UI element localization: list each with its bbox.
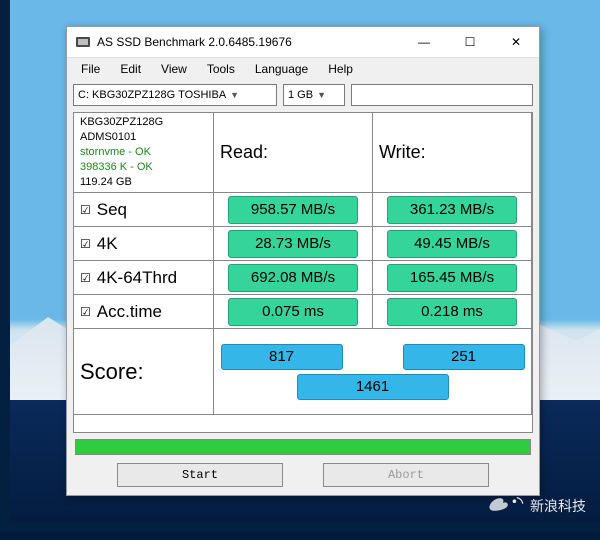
progress-fill <box>76 440 530 454</box>
k4-read-value: 28.73 MB/s <box>228 230 358 258</box>
score-values: 817 251 1461 <box>213 328 532 415</box>
abort-button[interactable]: Abort <box>323 463 489 487</box>
k4-write-value: 49.45 MB/s <box>387 230 517 258</box>
minimize-button[interactable]: — <box>401 27 447 57</box>
filter-input[interactable] <box>351 84 533 106</box>
menubar: File Edit View Tools Language Help <box>67 58 539 80</box>
menu-view[interactable]: View <box>153 60 195 78</box>
score-read: 817 <box>221 344 343 370</box>
checkbox-acc[interactable]: ☑ <box>80 305 91 319</box>
menu-language[interactable]: Language <box>247 60 316 78</box>
checkbox-4k[interactable]: ☑ <box>80 237 91 251</box>
score-write: 251 <box>403 344 525 370</box>
seq-write-value: 361.23 MB/s <box>387 196 517 224</box>
results-grid: KBG30ZPZ128G ADMS0101 stornvme - OK 3983… <box>73 112 533 433</box>
minimize-icon: — <box>418 35 430 49</box>
button-row: Start Abort <box>67 457 539 495</box>
drive-alignment-status: 398336 K - OK <box>80 160 153 175</box>
drive-info: KBG30ZPZ128G ADMS0101 stornvme - OK 3983… <box>73 112 214 193</box>
drive-model: KBG30ZPZ128G <box>80 115 163 130</box>
acc-write-value: 0.218 ms <box>387 298 517 326</box>
menu-edit[interactable]: Edit <box>112 60 149 78</box>
k4-text: 4K <box>97 234 118 254</box>
k4-write: 49.45 MB/s <box>372 226 532 261</box>
drive-firmware: ADMS0101 <box>80 130 136 145</box>
header-read: Read: <box>213 112 373 193</box>
maximize-icon: ☐ <box>465 35 476 49</box>
window-title: AS SSD Benchmark 2.0.6485.19676 <box>97 35 401 49</box>
drive-driver-status: stornvme - OK <box>80 145 151 160</box>
menu-file[interactable]: File <box>73 60 108 78</box>
seq-read-value: 958.57 MB/s <box>228 196 358 224</box>
app-window: AS SSD Benchmark 2.0.6485.19676 — ☐ ✕ Fi… <box>66 26 540 496</box>
k4t-text: 4K-64Thrd <box>97 268 177 288</box>
maximize-button[interactable]: ☐ <box>447 27 493 57</box>
checkbox-seq[interactable]: ☑ <box>80 203 91 217</box>
k4-read: 28.73 MB/s <box>213 226 373 261</box>
start-button[interactable]: Start <box>117 463 283 487</box>
close-icon: ✕ <box>511 35 521 49</box>
menu-tools[interactable]: Tools <box>199 60 243 78</box>
titlebar[interactable]: AS SSD Benchmark 2.0.6485.19676 — ☐ ✕ <box>67 27 539 58</box>
chevron-down-icon: ▼ <box>317 90 326 100</box>
score-label: Score: <box>73 328 214 415</box>
k4t-write: 165.45 MB/s <box>372 260 532 295</box>
k4t-read-value: 692.08 MB/s <box>228 264 358 292</box>
sina-logo-icon <box>488 496 524 516</box>
seq-read: 958.57 MB/s <box>213 192 373 227</box>
row-seq-label: ☑ Seq <box>73 192 214 227</box>
checkbox-4k64[interactable]: ☑ <box>80 271 91 285</box>
watermark-text: 新浪科技 <box>530 496 586 516</box>
chevron-down-icon: ▼ <box>230 90 239 100</box>
k4t-write-value: 165.45 MB/s <box>387 264 517 292</box>
close-button[interactable]: ✕ <box>493 27 539 57</box>
menu-help[interactable]: Help <box>320 60 361 78</box>
toolbar: C: KBG30ZPZ128G TOSHIBA ▼ 1 GB ▼ <box>67 80 539 110</box>
acc-text: Acc.time <box>97 302 162 322</box>
drive-select-value: C: KBG30ZPZ128G TOSHIBA <box>78 89 226 101</box>
row-4k64-label: ☑ 4K-64Thrd <box>73 260 214 295</box>
watermark: 新浪科技 <box>488 496 586 516</box>
seq-write: 361.23 MB/s <box>372 192 532 227</box>
app-icon <box>75 34 91 50</box>
acc-write: 0.218 ms <box>372 294 532 329</box>
acc-read: 0.075 ms <box>213 294 373 329</box>
acc-read-value: 0.075 ms <box>228 298 358 326</box>
seq-text: Seq <box>97 200 127 220</box>
header-write: Write: <box>372 112 532 193</box>
progress-bar <box>75 439 531 455</box>
row-acc-label: ☑ Acc.time <box>73 294 214 329</box>
drive-capacity: 119.24 GB <box>80 175 132 190</box>
drive-select[interactable]: C: KBG30ZPZ128G TOSHIBA ▼ <box>73 84 277 106</box>
row-4k-label: ☑ 4K <box>73 226 214 261</box>
k4t-read: 692.08 MB/s <box>213 260 373 295</box>
score-total: 1461 <box>297 374 449 400</box>
test-size-value: 1 GB <box>288 89 313 101</box>
test-size-select[interactable]: 1 GB ▼ <box>283 84 345 106</box>
